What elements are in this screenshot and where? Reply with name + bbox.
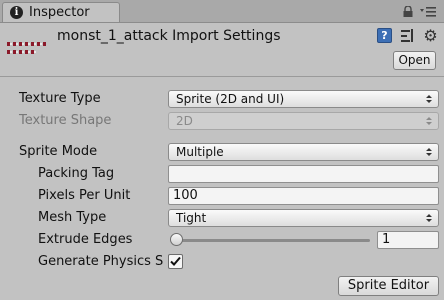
texture-shape-label: Texture Shape <box>19 113 112 128</box>
open-button[interactable]: Open <box>393 51 436 70</box>
sprite-mode-dropdown[interactable]: Multiple <box>168 143 439 161</box>
gear-icon[interactable]: ⚙ <box>422 27 439 44</box>
extrude-edges-input[interactable]: 1 <box>377 231 439 249</box>
tab-bar: i Inspector <box>0 0 444 23</box>
texture-type-label: Texture Type <box>19 91 101 106</box>
lock-icon[interactable] <box>403 6 413 17</box>
generate-physics-checkbox[interactable] <box>168 254 183 269</box>
help-icon[interactable]: ? <box>377 28 392 43</box>
import-settings-header: monst_1_attack Import Settings ? ⚙ Open <box>0 23 444 75</box>
tab-inspector[interactable]: i Inspector <box>2 2 120 22</box>
sprite-mode-value: Multiple <box>176 145 224 159</box>
packing-tag-label: Packing Tag <box>38 166 115 181</box>
extrude-edges-label: Extrude Edges <box>38 232 133 247</box>
preset-icon[interactable] <box>400 28 415 43</box>
packing-tag-input[interactable] <box>168 165 439 183</box>
dropdown-arrows-icon <box>426 95 432 103</box>
extrude-edges-slider-track[interactable] <box>175 239 370 242</box>
info-icon: i <box>10 6 23 19</box>
generate-physics-label: Generate Physics S <box>38 254 164 269</box>
pixels-per-unit-input[interactable]: 100 <box>168 187 439 205</box>
pixels-per-unit-label: Pixels Per Unit <box>38 188 131 203</box>
texture-type-value: Sprite (2D and UI) <box>176 92 285 106</box>
dropdown-arrows-icon <box>426 148 432 156</box>
texture-shape-value: 2D <box>176 114 193 128</box>
mesh-type-value: Tight <box>176 211 207 225</box>
checkmark-icon <box>170 256 181 266</box>
texture-shape-dropdown: 2D <box>168 112 439 130</box>
sprite-thumbnail-icon <box>7 42 46 54</box>
header-divider <box>0 76 444 77</box>
menu-icon[interactable] <box>420 6 436 17</box>
asset-title: monst_1_attack Import Settings <box>57 28 281 44</box>
extrude-edges-slider-thumb[interactable] <box>170 233 183 246</box>
dropdown-arrows-icon <box>426 214 432 222</box>
mesh-type-label: Mesh Type <box>38 210 107 225</box>
sprite-mode-label: Sprite Mode <box>19 144 98 159</box>
sprite-editor-button[interactable]: Sprite Editor <box>338 276 439 296</box>
dropdown-arrows-icon <box>426 117 432 125</box>
mesh-type-dropdown[interactable]: Tight <box>168 209 439 227</box>
texture-type-dropdown[interactable]: Sprite (2D and UI) <box>168 90 439 108</box>
tab-label: Inspector <box>29 5 90 20</box>
